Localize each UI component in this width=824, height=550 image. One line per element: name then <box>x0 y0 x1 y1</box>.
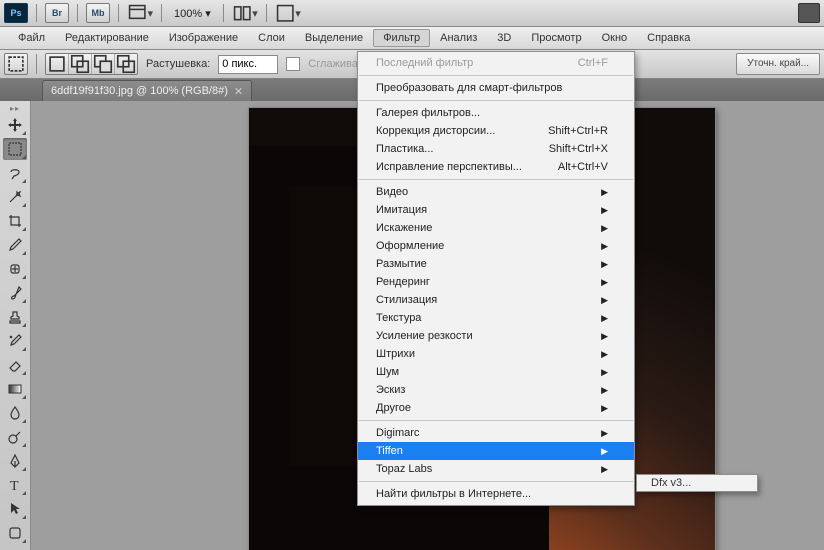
menu-select[interactable]: Выделение <box>295 29 373 47</box>
app-window: Ps Br Mb ▾ 100% ▾ ▾ ▾ Файл Редактировани… <box>0 0 824 550</box>
pen-tool-icon[interactable] <box>3 450 27 472</box>
document-tab[interactable]: 6ddf19f91f30.jpg @ 100% (RGB/8#) ✕ <box>42 80 252 101</box>
select-subtract-icon[interactable] <box>92 54 115 74</box>
antialias-checkbox <box>286 57 300 71</box>
menu-item-vanish[interactable]: Исправление перспективы...Alt+Ctrl+V <box>358 158 634 176</box>
menu-separator <box>359 100 633 101</box>
history-brush-tool-icon[interactable] <box>3 330 27 352</box>
screen-mode-icon[interactable]: ▾ <box>127 4 153 22</box>
menu-item-sharpen[interactable]: Усиление резкости▶ <box>358 327 634 345</box>
menu-layers[interactable]: Слои <box>248 29 295 47</box>
tiffen-submenu: Dfx v3... <box>636 474 758 492</box>
separator <box>77 4 78 22</box>
menu-separator <box>359 420 633 421</box>
move-tool-icon[interactable] <box>3 114 27 136</box>
menu-item-liquify[interactable]: Пластика...Shift+Ctrl+X <box>358 140 634 158</box>
menu-item-render[interactable]: Рендеринг▶ <box>358 273 634 291</box>
submenu-item-dfx[interactable]: Dfx v3... <box>637 477 757 489</box>
separator <box>161 4 162 22</box>
workspace: ▸▸ T <box>0 101 824 550</box>
shape-tool-icon[interactable] <box>3 522 27 544</box>
app-iconbar: Ps Br Mb ▾ 100% ▾ ▾ ▾ <box>0 0 824 27</box>
menu-item-blur[interactable]: Размытие▶ <box>358 255 634 273</box>
menu-file[interactable]: Файл <box>8 29 55 47</box>
menu-item-sketch[interactable]: Эскиз▶ <box>358 381 634 399</box>
brush-tool-icon[interactable] <box>3 282 27 304</box>
menubar: Файл Редактирование Изображение Слои Выд… <box>0 27 824 50</box>
menu-item-noise[interactable]: Шум▶ <box>358 363 634 381</box>
dodge-tool-icon[interactable] <box>3 426 27 448</box>
path-select-tool-icon[interactable] <box>3 498 27 520</box>
separator <box>36 54 37 74</box>
tool-preset-icon[interactable] <box>4 53 28 75</box>
type-tool-icon[interactable]: T <box>3 474 27 496</box>
menu-item-gallery[interactable]: Галерея фильтров... <box>358 104 634 122</box>
separator <box>36 4 37 22</box>
doc-layout-icon[interactable]: ▾ <box>275 4 301 22</box>
zoom-level[interactable]: 100% ▾ <box>170 7 215 20</box>
menu-item-video[interactable]: Видео▶ <box>358 183 634 201</box>
menu-item-artistic[interactable]: Имитация▶ <box>358 201 634 219</box>
filter-menu: Последний фильтрCtrl+F Преобразовать для… <box>357 51 635 506</box>
menu-view[interactable]: Просмотр <box>521 29 591 47</box>
separator <box>118 4 119 22</box>
menu-image[interactable]: Изображение <box>159 29 248 47</box>
menu-item-tiffen[interactable]: Tiffen▶ <box>358 442 634 460</box>
menu-separator <box>359 75 633 76</box>
arrange-icon[interactable]: ▾ <box>232 4 258 22</box>
feather-input[interactable] <box>218 55 278 74</box>
document-tab-title: 6ddf19f91f30.jpg @ 100% (RGB/8#) <box>51 85 228 97</box>
svg-text:T: T <box>10 479 19 493</box>
selection-mode-group <box>45 53 138 75</box>
menu-3d[interactable]: 3D <box>487 29 521 47</box>
eyedropper-tool-icon[interactable] <box>3 234 27 256</box>
bridge-icon[interactable]: Br <box>45 3 69 23</box>
eraser-tool-icon[interactable] <box>3 354 27 376</box>
heal-tool-icon[interactable] <box>3 258 27 280</box>
menu-analysis[interactable]: Анализ <box>430 29 487 47</box>
palette-grip-icon[interactable]: ▸▸ <box>0 103 30 113</box>
stamp-tool-icon[interactable] <box>3 306 27 328</box>
minibridge-icon[interactable]: Mb <box>86 3 110 23</box>
refine-edge-button[interactable]: Уточн. край... <box>736 53 820 75</box>
menu-item-brush[interactable]: Штрихи▶ <box>358 345 634 363</box>
menu-edit[interactable]: Редактирование <box>55 29 159 47</box>
select-intersect-icon[interactable] <box>115 54 137 74</box>
menu-item-lens[interactable]: Коррекция дисторсии...Shift+Ctrl+R <box>358 122 634 140</box>
menu-item-smart[interactable]: Преобразовать для смарт-фильтров <box>358 79 634 97</box>
menu-separator <box>359 179 633 180</box>
menu-filter[interactable]: Фильтр <box>373 29 430 47</box>
menu-separator <box>359 481 633 482</box>
gradient-tool-icon[interactable] <box>3 378 27 400</box>
separator <box>223 4 224 22</box>
menu-help[interactable]: Справка <box>637 29 700 47</box>
menu-item-topaz[interactable]: Topaz Labs▶ <box>358 460 634 478</box>
menu-item-distort[interactable]: Искажение▶ <box>358 219 634 237</box>
menu-item-pixelate[interactable]: Оформление▶ <box>358 237 634 255</box>
separator <box>266 4 267 22</box>
feather-label: Растушевка: <box>146 58 210 70</box>
select-new-icon[interactable] <box>46 54 69 74</box>
lasso-tool-icon[interactable] <box>3 162 27 184</box>
menu-item-digimarc[interactable]: Digimarc▶ <box>358 424 634 442</box>
ps-logo-icon[interactable]: Ps <box>4 3 28 23</box>
close-tab-icon[interactable]: ✕ <box>234 85 243 98</box>
cs-live-icon[interactable] <box>798 3 820 23</box>
wand-tool-icon[interactable] <box>3 186 27 208</box>
marquee-tool-icon[interactable] <box>3 138 27 160</box>
blur-tool-icon[interactable] <box>3 402 27 424</box>
tool-palette: ▸▸ T <box>0 101 31 550</box>
menu-item-last-filter: Последний фильтрCtrl+F <box>358 54 634 72</box>
select-add-icon[interactable] <box>69 54 92 74</box>
menu-item-other[interactable]: Другое▶ <box>358 399 634 417</box>
menu-item-texture[interactable]: Текстура▶ <box>358 309 634 327</box>
menu-window[interactable]: Окно <box>592 29 638 47</box>
menu-item-browse-online[interactable]: Найти фильтры в Интернете... <box>358 485 634 503</box>
menu-item-stylize[interactable]: Стилизация▶ <box>358 291 634 309</box>
crop-tool-icon[interactable] <box>3 210 27 232</box>
